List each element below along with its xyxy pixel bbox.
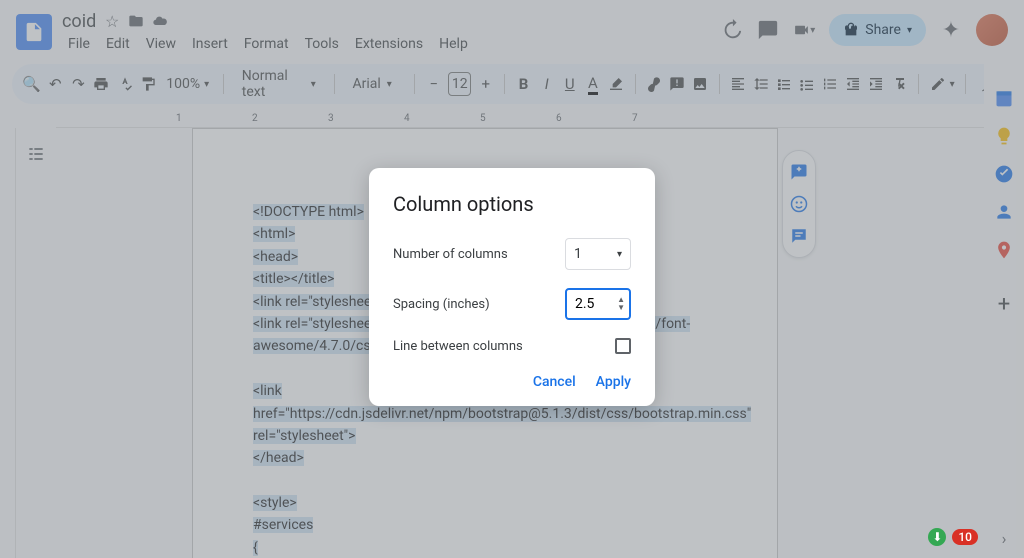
dialog-title: Column options <box>393 192 631 216</box>
spacing-input[interactable]: ▲▼ <box>565 288 631 320</box>
spacing-label: Spacing (inches) <box>393 297 490 312</box>
download-icon: ⬇ <box>928 528 946 546</box>
notification-count: 10 <box>952 529 978 545</box>
cancel-button[interactable]: Cancel <box>533 374 576 390</box>
column-options-dialog: Column options Number of columns 1 ▾ Spa… <box>369 168 655 406</box>
explore-badge[interactable]: ⬇ 10 <box>928 528 978 546</box>
spacing-stepper[interactable]: ▲▼ <box>617 296 625 312</box>
num-columns-label: Number of columns <box>393 247 508 262</box>
modal-overlay: Column options Number of columns 1 ▾ Spa… <box>0 0 1024 558</box>
spacing-field[interactable] <box>575 296 609 312</box>
line-between-label: Line between columns <box>393 339 523 354</box>
apply-button[interactable]: Apply <box>596 374 631 390</box>
num-columns-select[interactable]: 1 ▾ <box>565 238 631 270</box>
line-between-checkbox[interactable] <box>615 338 631 354</box>
